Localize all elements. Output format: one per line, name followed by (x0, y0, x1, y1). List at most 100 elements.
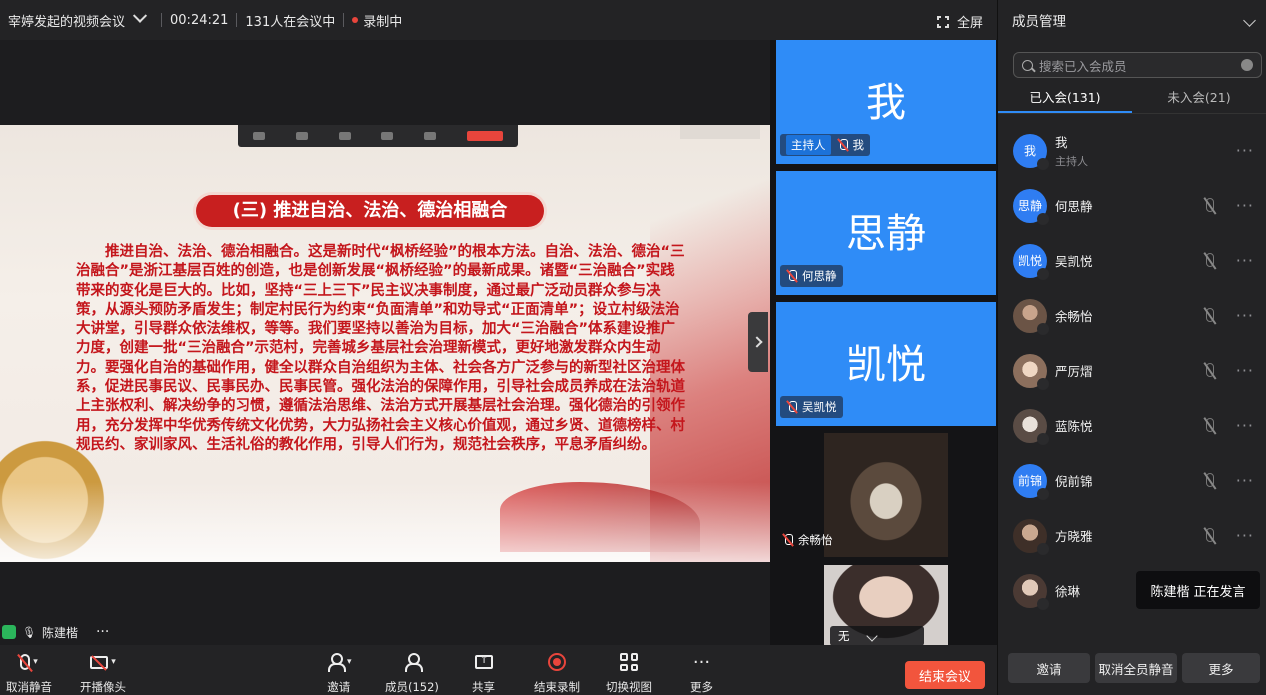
members-icon (403, 653, 423, 672)
tab-not-joined[interactable]: 未入会(21) (1132, 84, 1266, 113)
chevron-down-icon[interactable] (132, 8, 148, 23)
video-tile-wukaiyue[interactable]: 凯悦 吴凯悦 (776, 302, 996, 426)
member-row[interactable]: 我 我 主持人 ··· (998, 123, 1266, 178)
member-row[interactable]: 蓝陈悦 ··· (998, 398, 1266, 453)
speaking-name: 陈建楷 (1150, 584, 1190, 600)
record-icon (548, 653, 566, 671)
member-name: 余畅怡 (1055, 309, 1093, 324)
shared-status-bar (680, 125, 760, 139)
video-tile-camera-yuchangyi[interactable] (824, 433, 948, 557)
member-row[interactable]: 严厉熠 ··· (998, 343, 1266, 398)
tile-label: 主持人 我 (780, 134, 870, 156)
avatar: 思静 (1013, 188, 1049, 225)
unmute-label: 取消静音 (6, 680, 52, 694)
more-button[interactable]: ··· 更多 (690, 651, 713, 695)
mic-off-icon[interactable] (1206, 473, 1214, 487)
tile-label: 余畅怡 (782, 532, 833, 548)
shared-slide: (三) 推进自治、法治、德治相融合 推进自治、法治、德治相融合。这是新时代“枫桥… (0, 125, 770, 562)
mic-off-icon[interactable] (1206, 363, 1214, 377)
mic-icon (1037, 267, 1049, 280)
member-more-button[interactable]: ··· (1236, 306, 1254, 325)
mic-off-icon[interactable] (1206, 253, 1214, 267)
video-button[interactable]: ▾ 开播像头 (80, 651, 126, 695)
member-more-button[interactable]: ··· (1236, 251, 1254, 270)
switch-view-button[interactable]: 切换视图 (606, 651, 652, 695)
slide-title: (三) 推进自治、法治、德治相融合 (232, 200, 508, 221)
member-search-input[interactable]: 搜索已入会成员 (1013, 52, 1262, 78)
video-gallery: 我 主持人 我 思静 何思静 凯悦 吴凯悦 余畅怡 无 (770, 40, 997, 646)
member-name: 何思静 (1055, 199, 1093, 214)
meeting-duration: 00:24:21 (170, 12, 229, 28)
end-recording-label: 结束录制 (534, 680, 580, 694)
mic-icon (1037, 377, 1049, 390)
end-meeting-button[interactable]: 结束会议 (905, 661, 985, 689)
members-button[interactable]: 成员(152) (385, 651, 439, 695)
tile-overlay[interactable]: 无 (830, 626, 924, 646)
bottom-toolbar: ▾ 取消静音 ▾ 开播像头 ▾ 邀请 成员(152) 共享 结束录制 切换视图 … (0, 645, 997, 695)
avatar (1013, 518, 1049, 555)
member-name: 我 (1055, 135, 1068, 150)
tile-avatar-text: 我 (866, 80, 906, 126)
active-speaker-name: 陈建楷 (41, 625, 78, 640)
invite-button[interactable]: 邀请 (1008, 653, 1090, 683)
member-more-button[interactable]: ··· (1236, 471, 1254, 490)
camera-off-icon (90, 655, 109, 669)
recording-dot-icon (352, 17, 359, 23)
mic-icon (1037, 322, 1049, 335)
member-row[interactable]: 前锦 倪前锦 ··· (998, 453, 1266, 508)
mic-off-icon[interactable] (1206, 418, 1214, 432)
panel-header: 成员管理 (998, 0, 1266, 40)
member-row[interactable]: 余畅怡 ··· (998, 288, 1266, 343)
collapse-video-button[interactable] (748, 312, 768, 372)
member-role: 主持人 (1055, 155, 1088, 168)
caret-down-icon[interactable]: ▾ (111, 657, 116, 667)
member-name: 倪前锦 (1055, 474, 1093, 489)
video-tile-hesijing[interactable]: 思静 何思静 (776, 171, 996, 295)
member-more-button[interactable]: ··· (1236, 361, 1254, 380)
unmute-button[interactable]: ▾ 取消静音 (6, 651, 52, 695)
panel-title: 成员管理 (1012, 14, 1066, 30)
tile-name: 余畅怡 (798, 533, 833, 547)
share-screen-icon (474, 653, 493, 669)
member-name: 方晓雅 (1055, 529, 1093, 544)
unmute-all-button[interactable]: 取消全员静音 (1095, 653, 1177, 683)
share-button[interactable]: 共享 (472, 651, 495, 695)
member-more-button[interactable]: ··· (1236, 141, 1254, 160)
meeting-title[interactable]: 宰婷发起的视频会议 (8, 11, 125, 30)
member-row[interactable]: 方晓雅 ··· (998, 508, 1266, 563)
shared-mini-toolbar (238, 125, 518, 147)
tile-overlay-text: 无 (838, 629, 850, 643)
avatar (1013, 408, 1049, 445)
invite-toolbar-button[interactable]: ▾ 邀请 (326, 651, 352, 695)
top-bar: 宰婷发起的视频会议 00:24:21 131人在会议中 录制中 全屏 (0, 0, 997, 40)
avatar: 我 (1013, 133, 1049, 170)
fullscreen-button[interactable]: 全屏 (936, 12, 983, 31)
member-name: 吴凯悦 (1055, 254, 1093, 269)
member-row[interactable]: 凯悦 吴凯悦 ··· (998, 233, 1266, 288)
mic-off-icon[interactable] (1206, 198, 1214, 212)
panel-more-button[interactable]: 更多 (1182, 653, 1260, 683)
add-user-icon (326, 653, 346, 672)
mic-icon (1037, 157, 1049, 170)
member-more-button[interactable]: ··· (1236, 526, 1254, 545)
mic-off-icon (782, 534, 794, 546)
member-name: 蓝陈悦 (1055, 419, 1093, 434)
wechat-icon (2, 625, 16, 639)
recording-status: 录制中 (363, 14, 403, 30)
mic-off-icon[interactable] (1206, 528, 1214, 542)
caret-down-icon[interactable]: ▾ (33, 657, 38, 667)
fullscreen-icon (936, 15, 949, 28)
video-tile-me[interactable]: 我 主持人 我 (776, 40, 996, 164)
member-row[interactable]: 思静 何思静 ··· (998, 178, 1266, 233)
speaker-more-button[interactable]: ··· (96, 624, 109, 640)
tab-joined[interactable]: 已入会(131) (998, 84, 1132, 113)
mic-off-icon[interactable] (1206, 308, 1214, 322)
caret-down-icon[interactable]: ▾ (347, 657, 352, 667)
end-recording-button[interactable]: 结束录制 (534, 651, 580, 695)
clear-icon[interactable] (1241, 59, 1253, 71)
member-more-button[interactable]: ··· (1236, 196, 1254, 215)
member-more-button[interactable]: ··· (1236, 416, 1254, 435)
mic-icon (1037, 212, 1049, 225)
screen-share-area: (三) 推进自治、法治、德治相融合 推进自治、法治、德治相融合。这是新时代“枫桥… (0, 40, 770, 645)
chevron-down-icon[interactable] (1243, 13, 1256, 27)
